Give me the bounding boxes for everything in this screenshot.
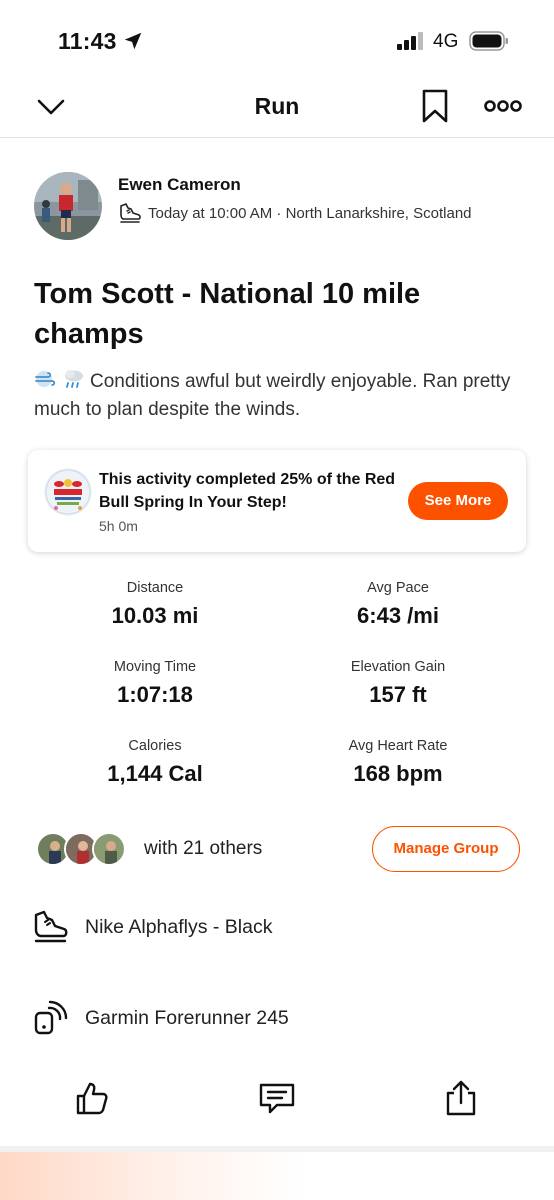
gear-shoes-label: Nike Alphaflys - Black [85,915,273,938]
stat-value: 10.03 mi [111,603,199,628]
bookmark-icon[interactable] [420,89,450,123]
stat-value: 6:43 /mi [357,603,439,628]
group-avatars[interactable] [36,832,132,866]
activity-meta-text: Today at 10:00 AM · North Lanarkshire, S… [148,204,472,222]
stat-value: 168 bpm [353,761,443,786]
thumbs-up-icon[interactable] [73,1079,111,1117]
network-label: 4G [433,31,459,52]
next-section-peek [0,1152,554,1200]
stats-grid: Distance 10.03 mi Avg Pace 6:43 /mi Movi… [0,580,554,790]
nav-bar: Run [0,80,554,138]
stat-label: Distance [126,580,184,596]
activity-description: Conditions awful but weirdly enjoyable. … [34,368,524,424]
location-arrow-icon [124,32,142,50]
stat-avg-heart-rate: Avg Heart Rate 168 bpm [298,738,498,787]
page-title: Run [254,93,300,119]
stat-avg-pace: Avg Pace 6:43 /mi [298,580,498,629]
activity-meta: Today at 10:00 AM · North Lanarkshire, S… [118,202,472,224]
avatar [92,832,126,866]
stat-distance: Distance 10.03 mi [55,580,255,629]
stat-value: 157 ft [369,682,427,707]
stat-label: Moving Time [113,659,197,675]
gear-shoes-row[interactable]: Nike Alphaflys - Black [32,907,522,947]
gear-device-label: Garmin Forerunner 245 [85,1006,289,1029]
stat-value: 1,144 Cal [107,761,203,786]
device-sync-icon [34,1000,68,1035]
stat-elevation-gain: Elevation Gain 157 ft [298,659,498,708]
stat-label: Avg Heart Rate [348,738,448,754]
activity-title: Tom Scott - National 10 mile champs [34,278,421,350]
status-bar: 11:43 4G [0,0,554,80]
status-time: 11:43 [58,28,117,54]
more-icon[interactable] [484,96,522,116]
comment-icon[interactable] [258,1079,296,1117]
stat-label: Elevation Gain [350,659,446,675]
gear-device-row[interactable]: Garmin Forerunner 245 [32,998,522,1038]
athlete-avatar[interactable] [34,172,102,240]
red-bull-challenge-logo [44,468,92,516]
shoe-icon [34,910,68,943]
see-more-button[interactable]: See More [408,482,508,520]
running-shoe-icon [120,203,141,223]
share-icon[interactable] [442,1079,480,1117]
stat-calories: Calories 1,144 Cal [55,738,255,787]
stat-value: 1:07:18 [117,682,193,707]
athlete-name[interactable]: Ewen Cameron [118,175,241,195]
challenge-card[interactable]: This activity completed 25% of the Red B… [28,450,526,552]
rain-cloud-emoji [65,370,83,388]
challenge-time: 5h 0m [99,518,138,534]
manage-group-button[interactable]: Manage Group [372,826,520,872]
athlete-header: Ewen Cameron Today at 10:00 AM · North L… [34,172,534,242]
activity-description-text: Conditions awful but weirdly enjoyable. … [34,371,511,420]
battery-icon [469,31,508,51]
action-bar [0,1074,554,1124]
stat-label: Calories [128,738,182,754]
group-row: with 21 others Manage Group [34,826,524,872]
group-text[interactable]: with 21 others [144,838,262,860]
stat-moving-time: Moving Time 1:07:18 [55,659,255,708]
challenge-text: This activity completed 25% of the Red B… [99,471,396,511]
signal-icon [397,32,423,50]
stat-label: Avg Pace [367,580,429,596]
wind-emoji [35,371,56,387]
